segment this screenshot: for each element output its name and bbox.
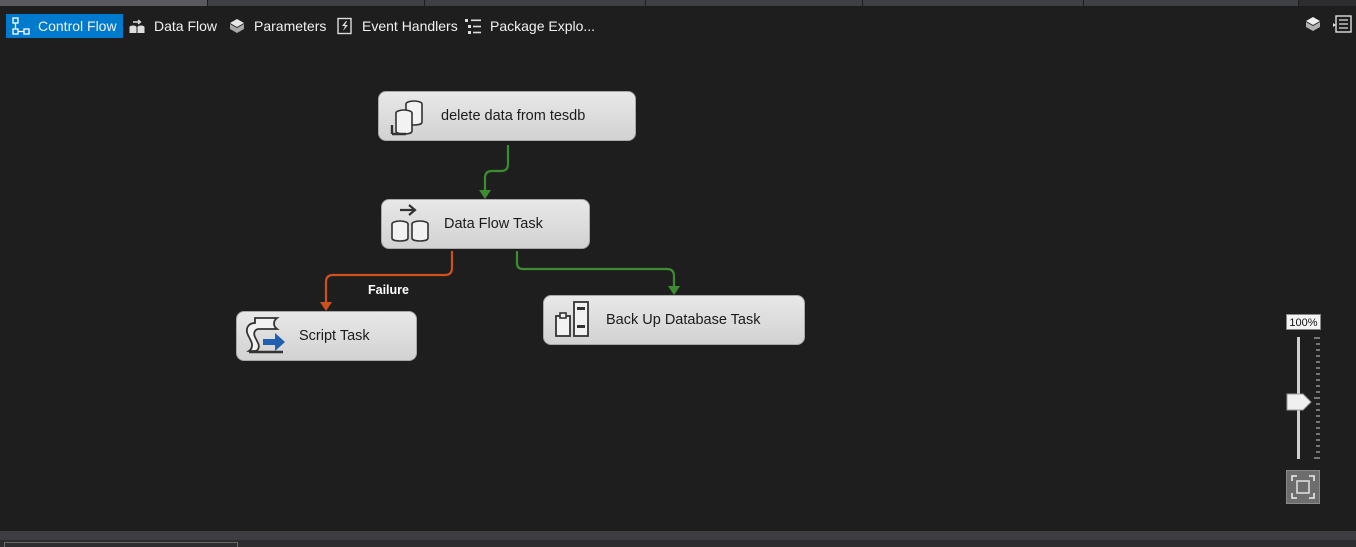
tab-data-flow[interactable]: Data Flow [122,14,223,38]
zoom-slider-thumb[interactable] [1286,393,1312,411]
document-tab[interactable] [425,0,646,6]
tab-label: Event Handlers [362,18,458,34]
designer-tab-bar: Control Flow Data Flow Parameters Event … [0,8,1356,40]
tab-event-handlers[interactable]: Event Handlers [330,14,464,38]
task-delete-data[interactable]: delete data from tesdb [378,91,636,141]
document-tab[interactable] [863,0,1084,6]
zoom-level-label: 100% [1286,314,1321,330]
task-backup-database[interactable]: Back Up Database Task [543,295,805,345]
event-handlers-icon [336,17,354,35]
horizontal-scrollbar[interactable] [0,531,1356,540]
data-flow-task-icon [390,202,434,246]
tab-label: Control Flow [38,18,117,34]
tab-parameters[interactable]: Parameters [222,14,332,38]
task-label: Back Up Database Task [606,312,761,328]
task-label: Script Task [299,328,370,344]
package-explorer-icon [464,17,482,35]
document-tab-strip [0,0,1356,6]
task-script[interactable]: Script Task [236,311,417,361]
variables-icon[interactable] [1303,14,1323,34]
connection-managers-tray[interactable] [4,542,238,547]
tab-label: Data Flow [154,18,218,34]
task-label: Data Flow Task [444,216,543,232]
execute-sql-task-icon [387,94,431,138]
tab-label: Parameters [254,18,327,34]
zoom-to-fit-icon [1291,475,1315,499]
zoom-to-fit-button[interactable] [1286,470,1320,504]
document-tab[interactable] [646,0,863,6]
document-tab[interactable] [1084,0,1299,6]
control-flow-canvas[interactable] [0,40,1356,530]
column-list-icon[interactable] [1333,14,1353,34]
document-tab[interactable] [208,0,425,6]
task-data-flow[interactable]: Data Flow Task [381,199,590,249]
control-flow-icon [12,17,30,35]
document-tab[interactable] [0,0,208,6]
tab-label: Package Explo... [490,18,596,34]
failure-constraint-label: Failure [368,283,409,297]
backup-database-task-icon [552,298,596,342]
zoom-slider-ticks [1314,337,1320,459]
tab-package-explorer[interactable]: Package Explo... [458,14,601,38]
package-designer: Control Flow Data Flow Parameters Event … [0,0,1356,547]
task-label: delete data from tesdb [441,108,586,124]
tab-control-flow[interactable]: Control Flow [6,14,123,38]
data-flow-icon [128,17,146,35]
script-task-icon [245,314,289,358]
parameters-icon [228,17,246,35]
